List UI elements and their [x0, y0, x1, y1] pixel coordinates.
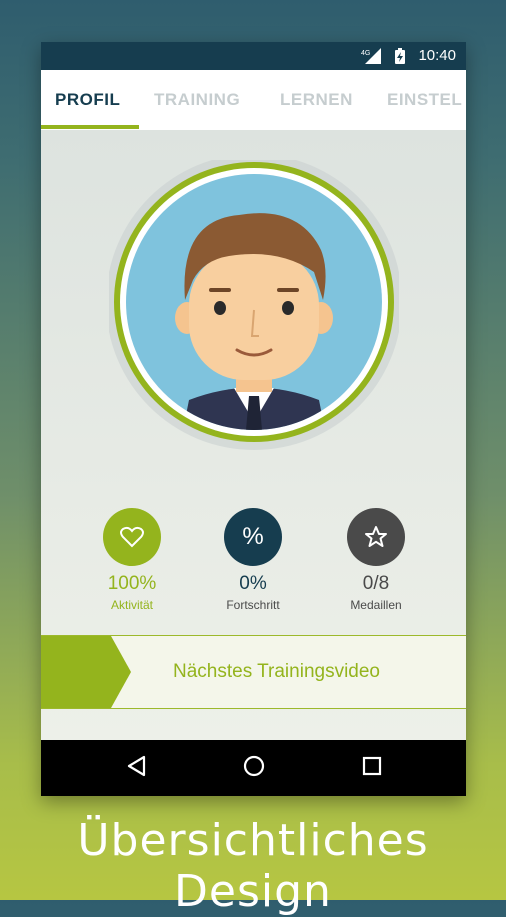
stat-fortschritt: % 0% Fortschritt — [198, 508, 308, 612]
phone-screen: 4G 10:40 PROFIL TRAINING LERNEN EINSTEL — [41, 42, 466, 796]
stat-value: 100% — [107, 573, 157, 594]
network-type: 4G — [361, 50, 370, 57]
status-time: 10:40 — [418, 47, 456, 64]
profile-content: 100% Aktivität % 0% Fortschritt 0/8 Meda… — [41, 130, 466, 740]
next-training-video-label: Nächstes Trainingsvideo — [173, 661, 380, 682]
stat-value: 0% — [239, 573, 267, 594]
status-bar: 4G 10:40 — [41, 42, 466, 70]
tab-indicator — [41, 125, 139, 129]
stat-value: 0/8 — [362, 573, 390, 594]
stat-label: Medaillen — [350, 598, 402, 612]
stat-circle: % — [224, 508, 282, 566]
stat-circle — [347, 508, 405, 566]
back-icon[interactable] — [126, 754, 148, 778]
recents-icon[interactable] — [361, 754, 383, 778]
tab-lernen[interactable]: LERNEN — [280, 90, 353, 110]
heart-icon — [120, 526, 144, 548]
next-training-video-button[interactable]: Nächstes Trainingsvideo — [41, 635, 466, 709]
tab-einstellungen[interactable]: EINSTEL — [387, 90, 462, 110]
stat-aktivitaet: 100% Aktivität — [77, 508, 187, 612]
promo-caption: Übersichtliches Design — [77, 815, 429, 917]
tab-profil[interactable]: PROFIL — [55, 90, 120, 110]
signal-icon: 4G — [361, 48, 381, 64]
percent-icon: % — [242, 523, 264, 550]
stat-circle — [103, 508, 161, 566]
arrow-tab-icon — [41, 636, 131, 708]
avatar[interactable] — [109, 160, 399, 450]
star-icon — [365, 526, 387, 547]
stat-label: Fortschritt — [226, 598, 280, 612]
stat-label: Aktivität — [110, 598, 153, 612]
stat-medaillen: 0/8 Medaillen — [321, 508, 431, 612]
navigation-bar — [41, 740, 466, 796]
tab-bar: PROFIL TRAINING LERNEN EINSTEL — [41, 70, 466, 131]
battery-icon — [395, 48, 405, 64]
tab-training[interactable]: TRAINING — [154, 90, 240, 110]
home-icon[interactable] — [242, 754, 266, 778]
